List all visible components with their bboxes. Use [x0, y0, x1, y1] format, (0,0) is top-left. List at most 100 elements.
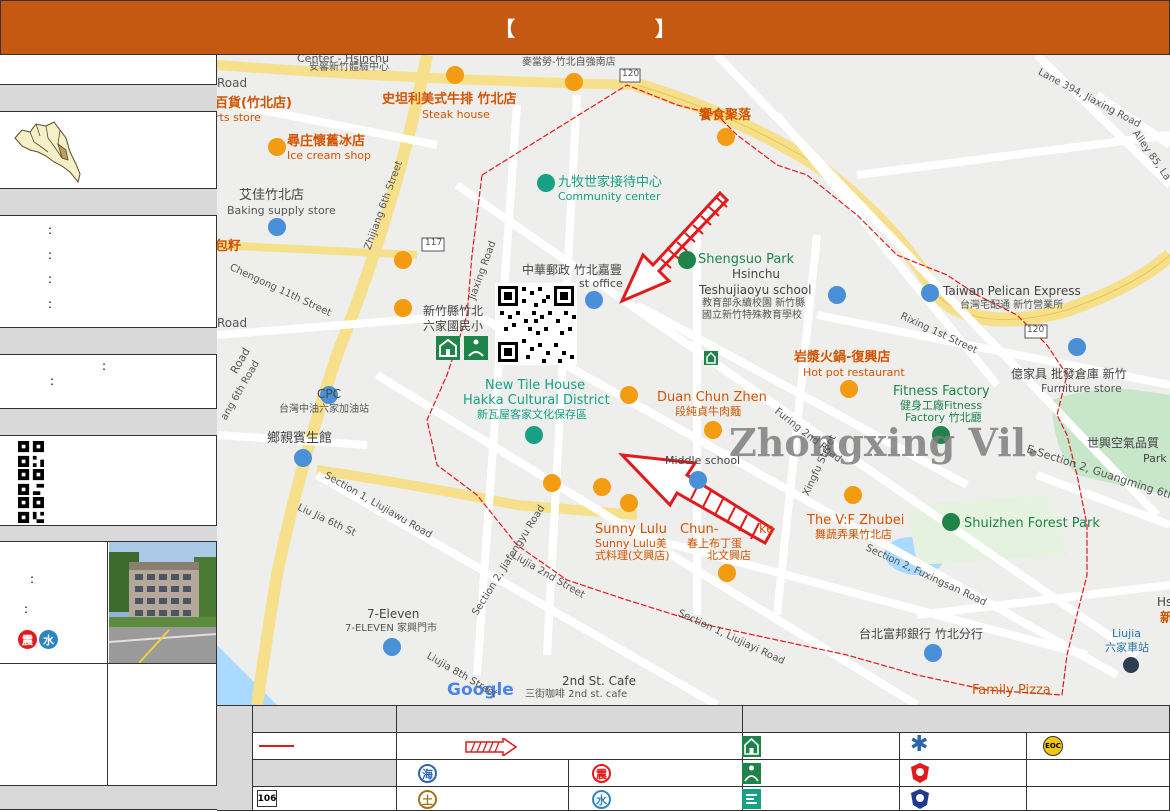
map-label: 包籽 [217, 239, 242, 254]
map-label: Baking supply store [227, 204, 336, 217]
map-label: 新瓦屋客家文化保存區 [477, 408, 587, 421]
map-label: 台北富邦銀行 竹北分行 [859, 627, 983, 641]
evacuation-arrow-icon [465, 738, 517, 756]
map-label: Fitness Factory [893, 384, 990, 399]
map-label: 新竹縣竹北 [423, 304, 484, 318]
map-label: 7-ELEVEN 家興門市 [345, 623, 437, 634]
map-label: Middle school [665, 454, 741, 467]
earthquake-icon: 震 [592, 764, 611, 783]
map-label: 台灣宅配通 新竹營業所 [960, 300, 1064, 311]
map-label: 式料理(文興店) [595, 549, 670, 562]
fire-station-icon [742, 789, 761, 809]
map-label: The V:F Zhubei [807, 513, 905, 528]
sidebar-title-row [0, 55, 217, 85]
map-label: Hsinchu [732, 267, 781, 281]
contact-line: : [102, 359, 107, 373]
qr-code-icon[interactable] [18, 497, 44, 523]
military-icon [911, 789, 929, 809]
shelter-info: : : 震 水 [0, 542, 108, 664]
sidebar-shelter-block-2 [0, 664, 217, 786]
map-label: Shengsuo Park [698, 252, 795, 267]
shelter-hazard-icons: 震 水 [18, 630, 58, 649]
qr-code-icon[interactable] [18, 469, 44, 495]
flood-icon: 水 [592, 790, 611, 809]
map-label: 饗食聚落 [699, 108, 752, 123]
map-label: 尋庄懷舊冰店 [287, 134, 366, 149]
page-header: 【 】 [0, 0, 1170, 55]
flood-icon: 水 [39, 630, 58, 649]
sidebar-section-shelter [0, 526, 217, 542]
map-label: 鄉親賓生館 [267, 431, 333, 446]
qr-code-icon[interactable] [18, 441, 44, 467]
tsunami-icon: 海 [418, 764, 437, 783]
map-label: 麥當勞-竹北自強南店 [522, 57, 616, 68]
map-label: 7-Eleven [367, 607, 420, 621]
road-label: Road [217, 316, 248, 330]
village-name: Zhongxing Vil. [729, 420, 1040, 465]
map-label: Shuizhen Forest Park [964, 516, 1100, 531]
map-label: Liujia [1112, 627, 1142, 640]
route-shield: 120 [1027, 325, 1045, 335]
sidebar-location-map [0, 112, 217, 189]
header-bracket-close: 】 [655, 17, 675, 41]
shelter-icon [742, 736, 761, 757]
shelter-line: : [24, 602, 29, 616]
map-label: 九牧世家接待中心 [558, 175, 663, 190]
map-label: 北文興店 [707, 549, 751, 562]
map-label: 新 [1160, 611, 1170, 626]
sidebar-section-info [0, 189, 217, 216]
info-line: : [48, 247, 53, 262]
eoc-icon: EOC [1043, 736, 1063, 756]
village-map[interactable]: Center - Hsinchu 安馨新竹體驗中心 麥當勞-竹北自強南店 史坦利… [217, 55, 1170, 705]
sidebar-footer [0, 786, 217, 810]
map-label: st office [579, 277, 623, 290]
shelter-photo [109, 542, 216, 663]
map-label: 中華郵政 竹北嘉豐 [522, 263, 622, 277]
medical-icon: ✱ [910, 732, 929, 757]
map-label: 國立新竹特殊教育學校 [702, 310, 802, 321]
map-label: 段純貞牛肉麵 [675, 405, 741, 418]
map-label: Taiwan Pelican Express [943, 284, 1081, 298]
route-icon: 106 [257, 790, 277, 807]
info-line: : [48, 223, 53, 237]
police-icon [911, 763, 929, 783]
sidebar-info-block: : : : : [0, 216, 217, 328]
road-label: Road [217, 76, 248, 90]
header-bracket-open: 【 [495, 17, 515, 41]
map-label: 岩漿火鍋-復興店 [794, 350, 891, 365]
map-label: 艾佳竹北店 [239, 188, 305, 203]
map-label: Furniture store [1041, 382, 1122, 395]
map-label: 教育部永續校園 新竹縣 [702, 298, 806, 309]
map-label: Hsi [1157, 595, 1170, 609]
map-label: Hakka Cultural District [463, 393, 610, 408]
map-label: Teshujiaoyu school [699, 283, 812, 297]
map-label: ke [759, 522, 775, 537]
map-label: Sunny Lulu [595, 522, 667, 537]
map-label: Park [1143, 452, 1167, 465]
sidebar-contact-block: : : [0, 355, 217, 409]
indoor-shelter-icon [742, 763, 761, 784]
map-label: Duan Chun Zhen [657, 390, 767, 405]
map-label: 三街咖啡 2nd st. cafe [525, 689, 628, 700]
map-label: 六家車站 [1105, 641, 1149, 654]
map-label: 舞蔬弄果竹北店 [815, 528, 892, 541]
contact-line: : [50, 374, 55, 388]
info-sidebar: : : : : : : : : 震 水 [0, 55, 217, 810]
earthquake-icon: 震 [18, 630, 37, 649]
map-qr-code[interactable] [495, 283, 577, 365]
boundary-line-icon [259, 745, 294, 747]
map-label: rts store [217, 111, 261, 124]
map-label: 史坦利美式牛排 竹北店 [382, 92, 517, 107]
map-label: Chun- [680, 522, 719, 537]
route-shield: 117 [425, 238, 443, 248]
sidebar-shelter-block: : : 震 水 [0, 542, 217, 664]
map-legend: ✱ EOC 海 震 106 土 水 [217, 705, 1170, 811]
map-label: 安馨新竹體驗中心 [309, 62, 389, 73]
map-label: Community center [558, 190, 661, 203]
map-label: 億家具 批發倉庫 新竹 [1011, 367, 1127, 381]
map-label: Ice cream shop [287, 149, 372, 162]
landslide-icon: 土 [418, 790, 437, 809]
map-label: 台灣中油六家加油站 [279, 404, 369, 415]
map-label: New Tile House [485, 378, 586, 393]
map-label: Family Pizza [972, 683, 1051, 698]
